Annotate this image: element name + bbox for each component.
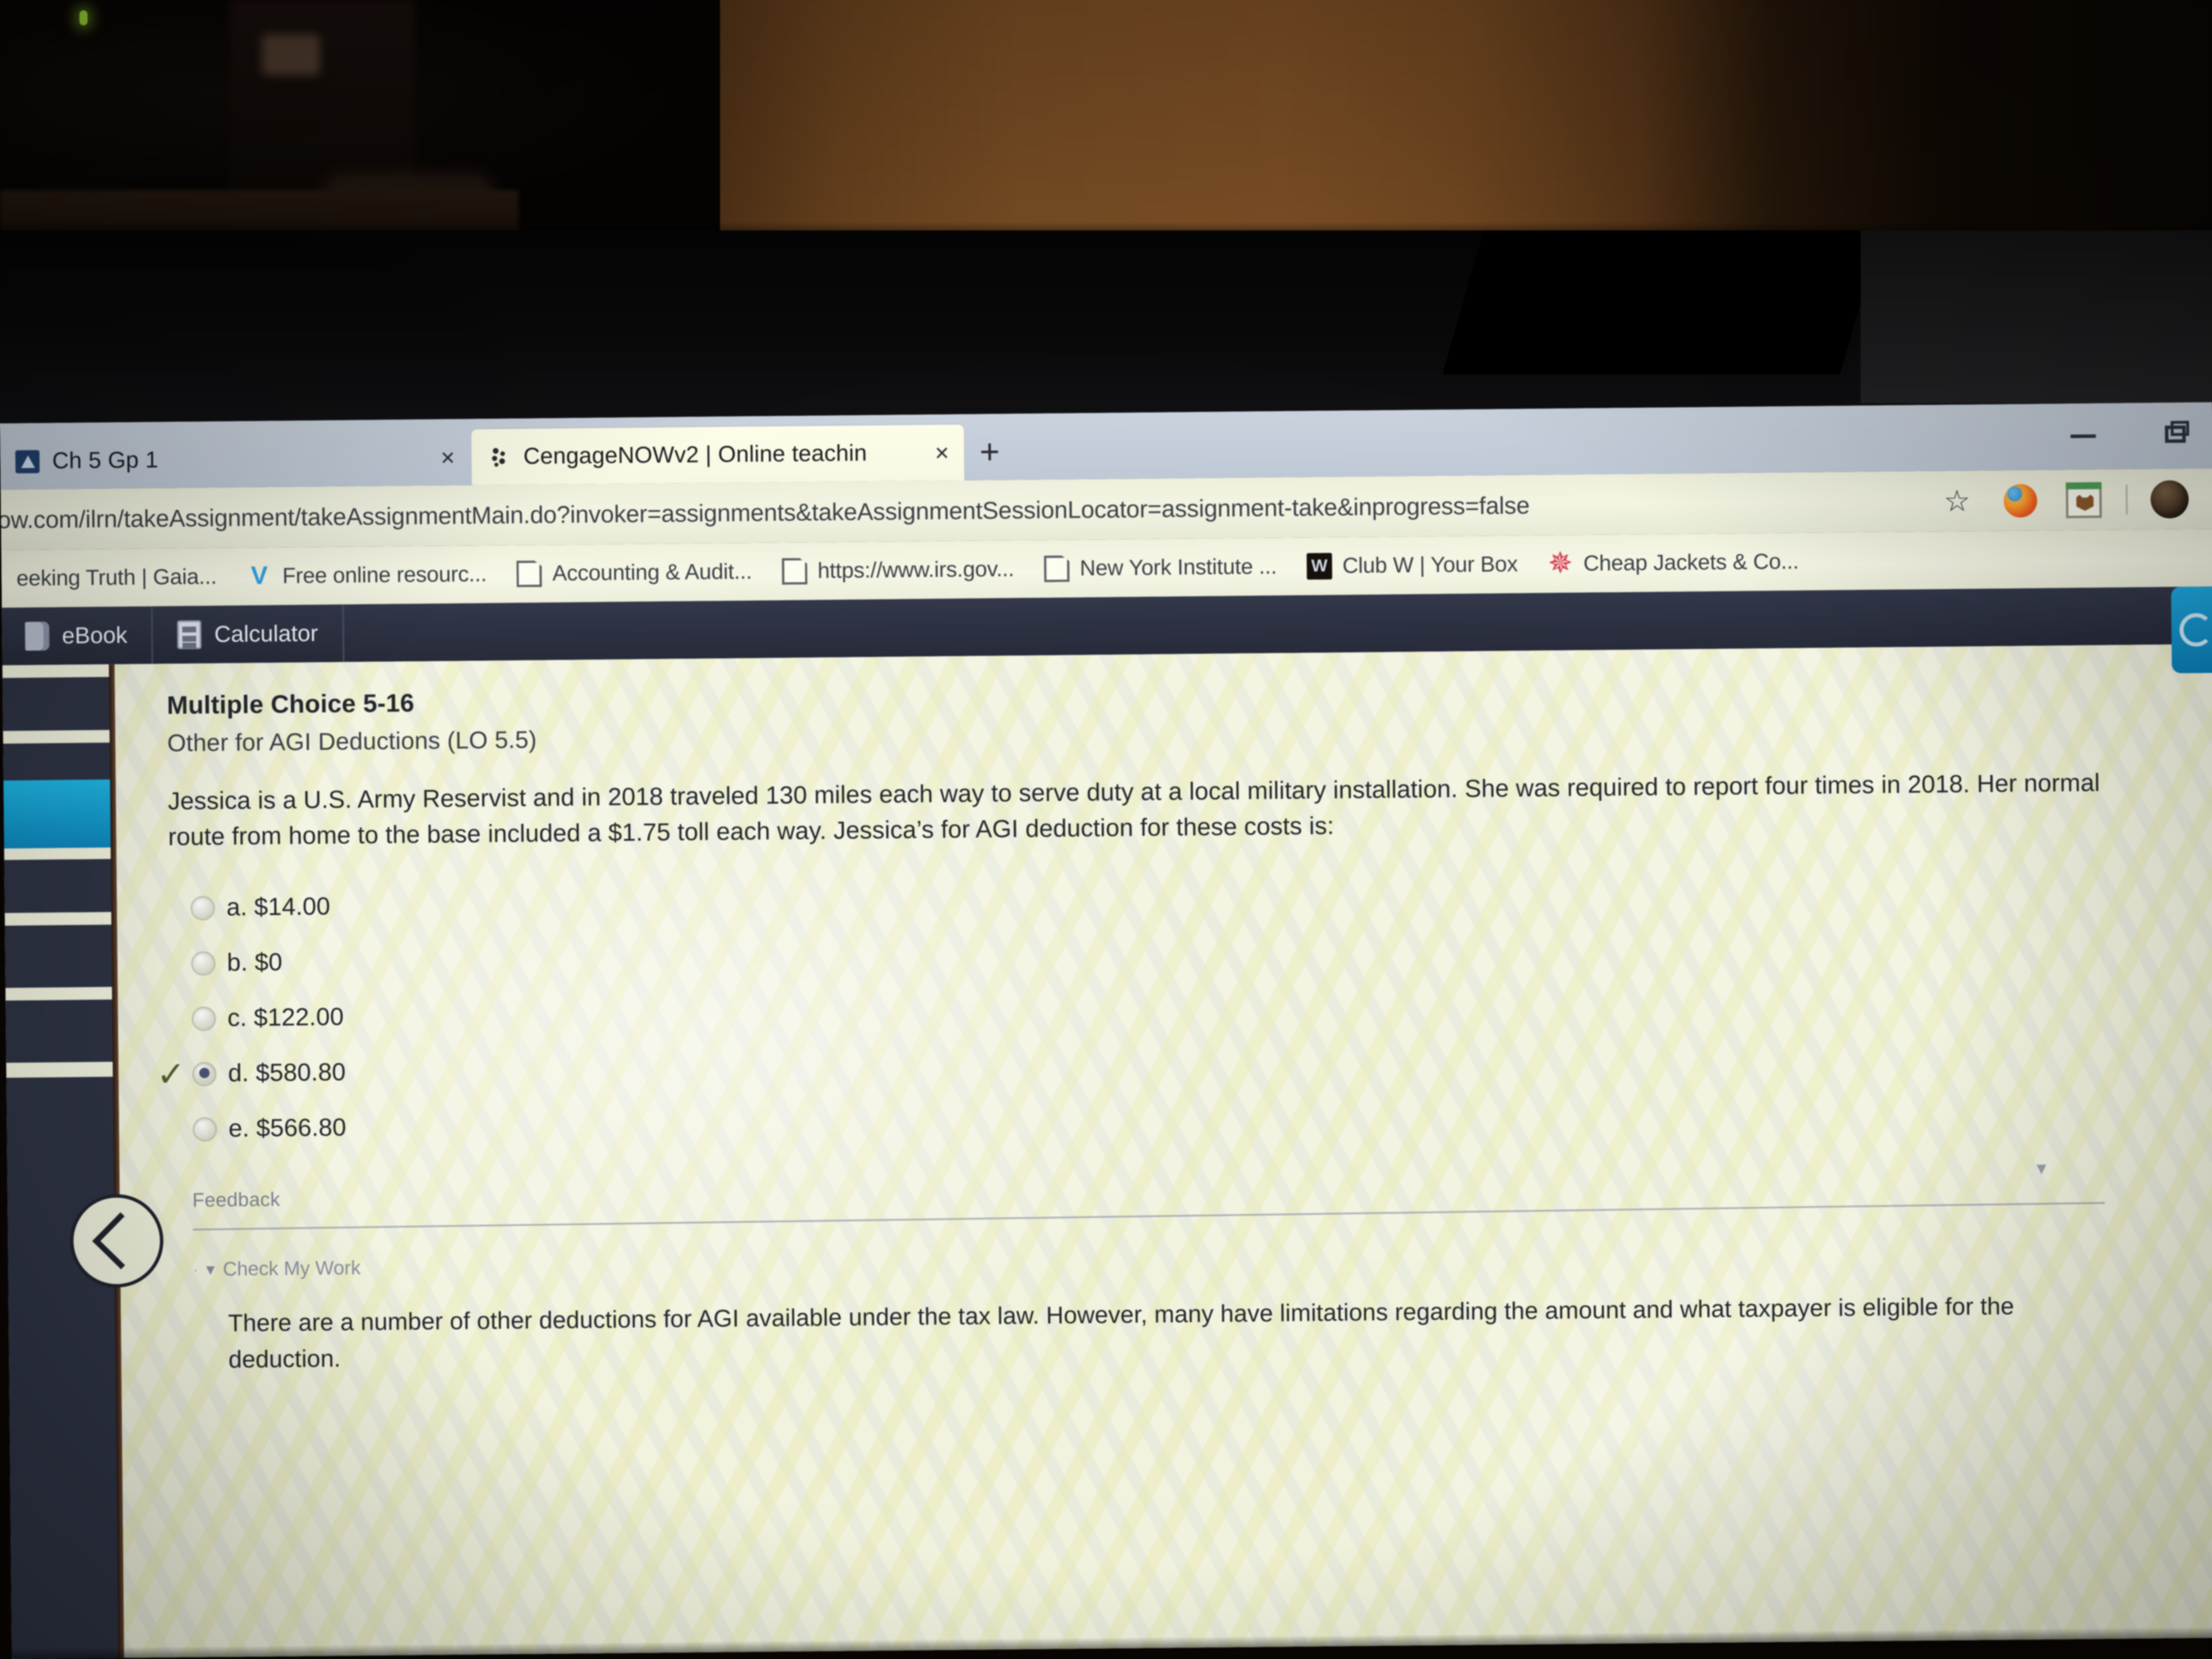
extension-button[interactable] — [2052, 482, 2116, 518]
asterisk-icon: ✵ — [1547, 546, 1573, 581]
chevron-down-icon[interactable]: ▾ — [2036, 1157, 2046, 1180]
bookmark-label: Free online resourc... — [282, 562, 487, 588]
calculator-button[interactable]: Calculator — [153, 604, 344, 664]
question-container: Multiple Choice 5-16 Other for AGI Deduc… — [115, 644, 2212, 1158]
bookmark-label: Cheap Jackets & Co... — [1583, 549, 1799, 576]
rail-separator — [4, 847, 113, 860]
vimeo-icon: V — [251, 561, 268, 590]
bookmark-star-button[interactable]: ☆ — [1925, 484, 1988, 518]
bookmark-item[interactable]: V Free online resourc... — [232, 561, 502, 590]
browser-tab-active[interactable]: CengageNOWv2 | Online teachin × — [471, 424, 965, 486]
bookmark-label: eeking Truth | Gaia... — [16, 564, 217, 591]
bookmark-label: https://www.irs.gov... — [817, 556, 1014, 583]
previous-question-button[interactable] — [69, 1194, 164, 1288]
profile-button[interactable] — [2138, 480, 2202, 518]
bullet-icon: · — [192, 1260, 198, 1278]
answer-choice-list: a. $14.00 b. $0 c. $122.00 ✓ d. $580.80 — [157, 862, 2167, 1157]
power-led-indicator — [79, 10, 88, 25]
ebook-label: eBook — [62, 622, 128, 649]
rail-item-active[interactable] — [3, 779, 113, 849]
bookmark-label: Accounting & Audit... — [552, 559, 752, 586]
browser-tab-inactive[interactable]: Ch 5 Gp 1 × — [0, 429, 470, 490]
profile-avatar — [2150, 480, 2189, 518]
rail-separator — [3, 730, 112, 744]
rail-separator — [6, 1062, 115, 1078]
calculator-icon — [177, 620, 202, 650]
chevron-left-icon — [92, 1212, 150, 1270]
new-tab-button[interactable]: + — [979, 432, 1000, 471]
window-controls — [2068, 418, 2191, 449]
url-input[interactable]: ow.com/ilrn/takeAssignment/takeAssignmen… — [0, 487, 1926, 533]
feedback-section: Feedback ▾ · ▾ Check My Work There are a… — [192, 1157, 2169, 1378]
tab-title: CengageNOWv2 | Online teachin — [523, 440, 868, 469]
radio-button[interactable] — [192, 1117, 217, 1142]
toolbar-icons: ☆ — [1925, 480, 2212, 521]
rail-separator — [5, 987, 114, 1001]
firefox-account-button[interactable] — [1988, 483, 2052, 518]
bookmark-item[interactable]: https://www.irs.gov... — [767, 556, 1029, 585]
radio-button[interactable] — [191, 951, 216, 976]
bookmark-item[interactable]: ✵ Cheap Jackets & Co... — [1533, 546, 1814, 581]
room-object-highlight — [262, 35, 320, 75]
bookmark-star-icon: ☆ — [1943, 484, 1971, 518]
rail-separator — [5, 912, 113, 926]
correct-check-icon: ✓ — [156, 1054, 186, 1094]
assignment-app: eBook Calculator Multiple Choice 5-16 Ot… — [2, 586, 2212, 1659]
check-my-work-label: Check My Work — [222, 1256, 361, 1281]
help-bubble-icon[interactable] — [2171, 586, 2212, 673]
cengage-icon — [492, 448, 505, 467]
bookmark-label: Club W | Your Box — [1342, 552, 1518, 578]
left-navigation-rail[interactable] — [2, 664, 124, 1659]
monitor-bezel-right — [1861, 230, 2212, 403]
triangle-down-icon: ▾ — [206, 1260, 215, 1279]
answer-choice-label: b. $0 — [226, 948, 283, 977]
document-icon — [1044, 555, 1069, 582]
document-icon — [517, 560, 542, 587]
answer-choice-label: d. $580.80 — [228, 1058, 346, 1088]
tab-title: Ch 5 Gp 1 — [52, 447, 158, 474]
radio-button[interactable] — [191, 1006, 217, 1031]
close-icon[interactable]: × — [935, 439, 949, 466]
answer-choice-label: c. $122.00 — [227, 1003, 344, 1032]
ebook-icon — [25, 622, 50, 651]
check-my-work-toggle[interactable]: · ▾ Check My Work — [193, 1240, 2168, 1281]
feedback-text: There are a number of other deductions f… — [228, 1292, 2014, 1373]
question-text: Jessica is a U.S. Army Reservist and in … — [168, 769, 2100, 851]
bookmark-item[interactable]: Accounting & Audit... — [502, 558, 767, 587]
restore-button[interactable] — [2161, 418, 2191, 448]
bookmark-item[interactable]: W Club W | Your Box — [1291, 551, 1533, 580]
bookmark-item[interactable]: eeking Truth | Gaia... — [1, 565, 232, 592]
radio-button-selected[interactable] — [192, 1062, 217, 1086]
document-icon — [782, 558, 807, 585]
bookmark-item[interactable]: New York Institute ... — [1029, 553, 1291, 582]
radio-button[interactable] — [190, 896, 215, 921]
close-icon[interactable]: × — [441, 444, 455, 471]
question-sheet: Multiple Choice 5-16 Other for AGI Deduc… — [115, 644, 2212, 1659]
firefox-icon — [2003, 483, 2037, 518]
extension-icon — [2066, 482, 2102, 518]
app-icon — [15, 449, 40, 474]
rail-separator — [2, 664, 111, 678]
ebook-button[interactable]: eBook — [2, 606, 154, 665]
bookmark-label: New York Institute ... — [1080, 554, 1277, 581]
answer-choice-label: a. $14.00 — [226, 892, 331, 922]
w-icon: W — [1306, 552, 1332, 580]
answer-choice-label: e. $566.80 — [228, 1113, 347, 1143]
monitor-bezel-notch — [1442, 230, 1881, 374]
browser-window: Ch 5 Gp 1 × CengageNOWv2 | Online teachi… — [0, 402, 2212, 1659]
minimize-button[interactable] — [2068, 419, 2098, 449]
calculator-label: Calculator — [214, 620, 319, 647]
toolbar-divider — [2126, 484, 2128, 515]
